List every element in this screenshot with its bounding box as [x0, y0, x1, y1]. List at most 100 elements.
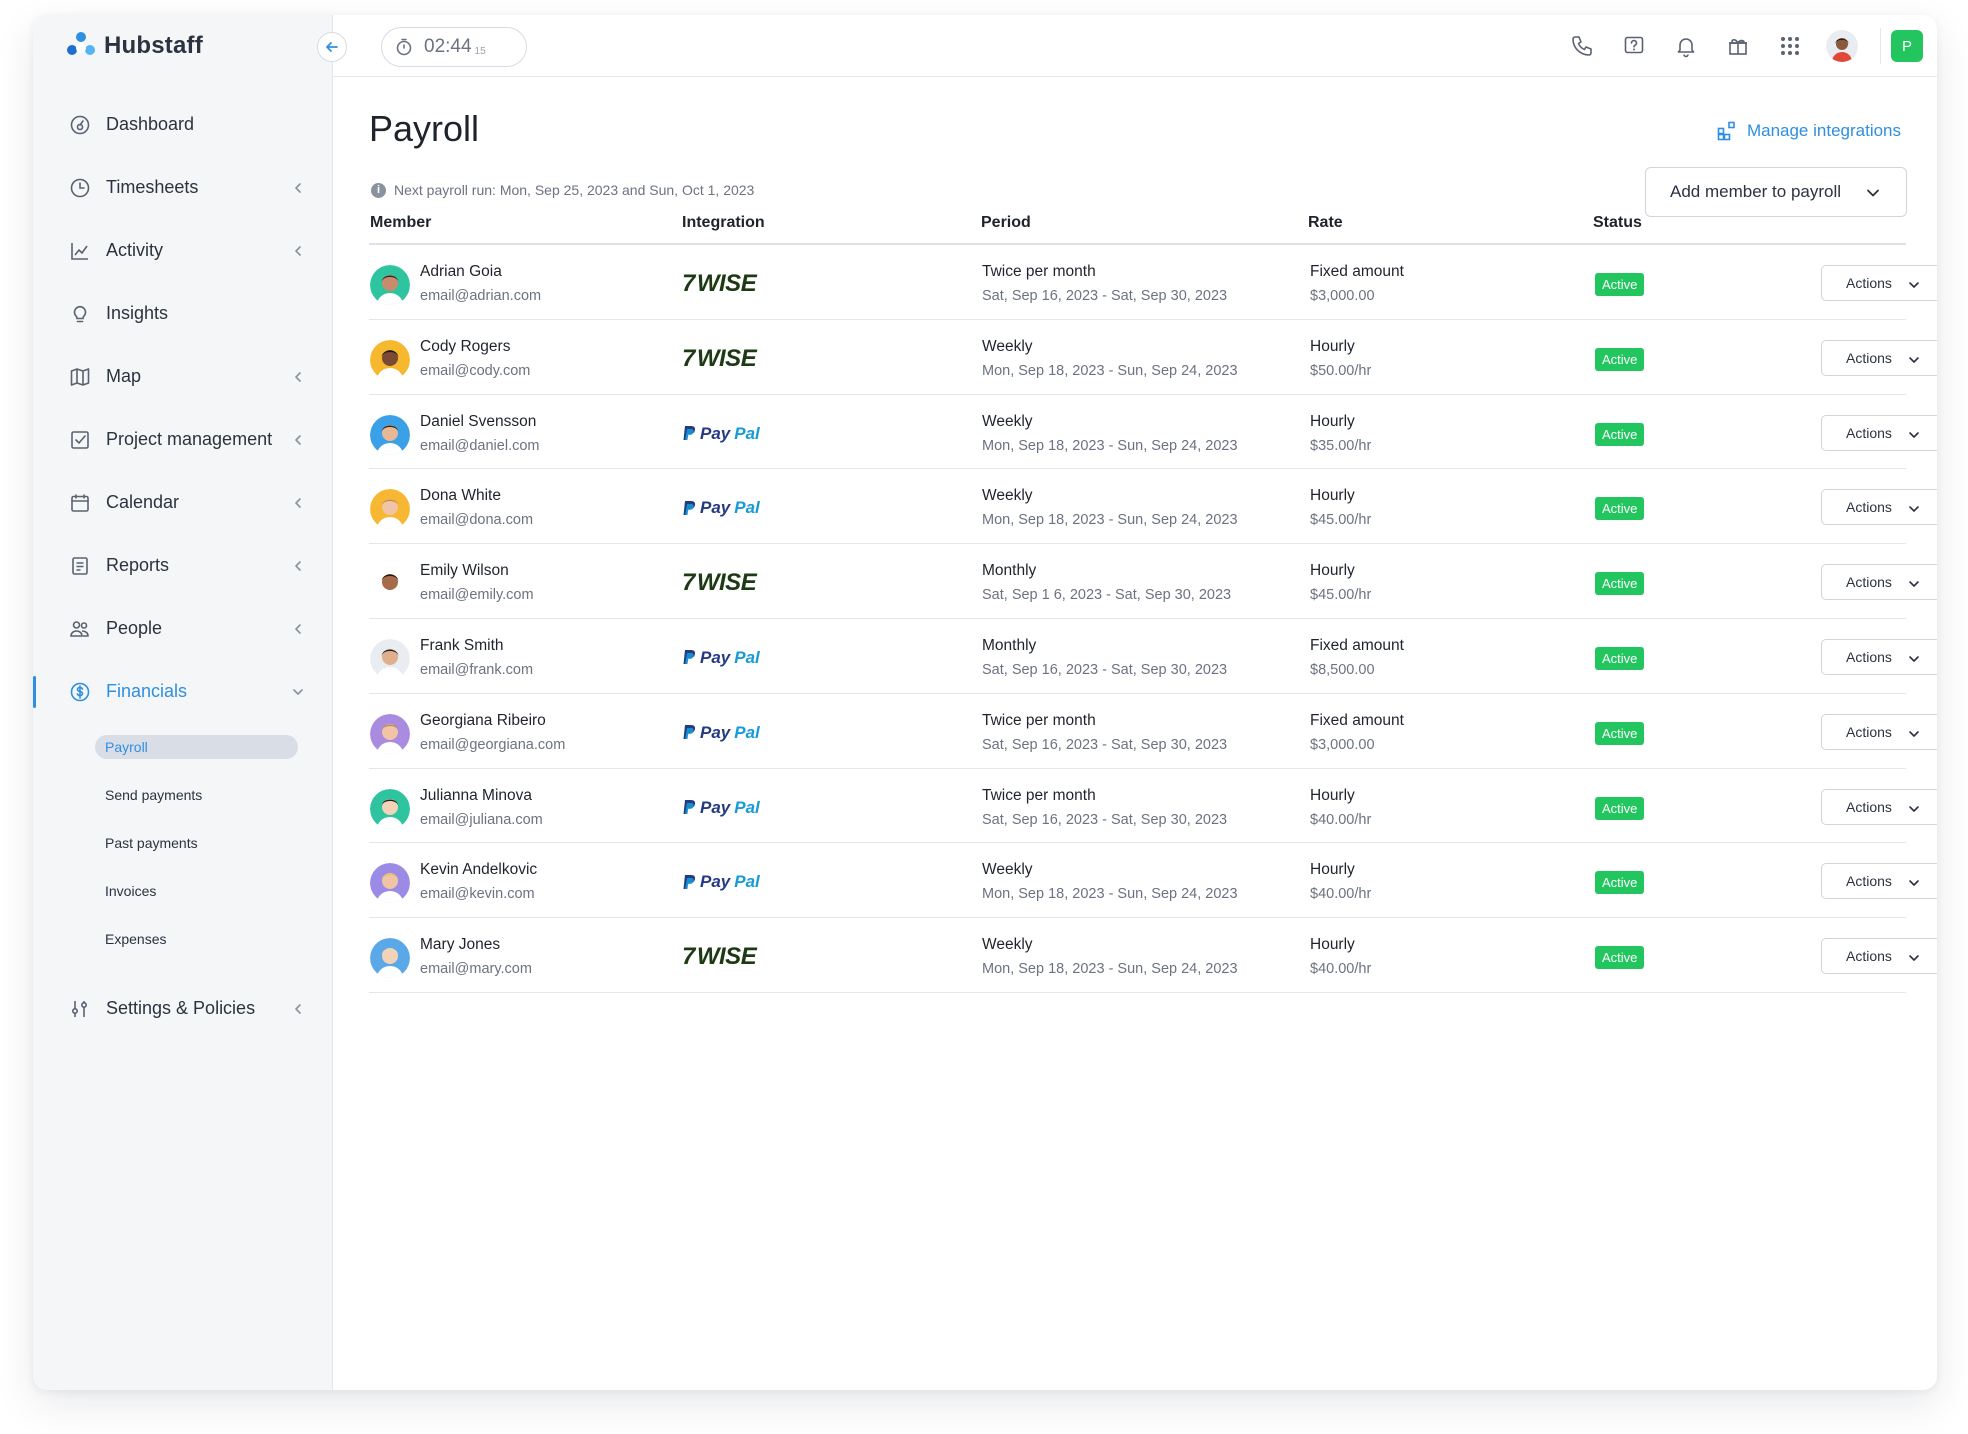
member-name[interactable]: Frank Smith: [420, 637, 504, 655]
wise-flag-icon: 7: [682, 943, 695, 971]
sidebar-item-map[interactable]: Map: [33, 345, 333, 408]
help-button[interactable]: [1608, 15, 1660, 77]
sidebar-item-dashboard[interactable]: Dashboard: [33, 93, 333, 156]
financials-submenu: Payroll Send payments Past payments Invoice…: [33, 723, 333, 963]
header-rate[interactable]: Rate: [1308, 214, 1343, 232]
user-avatar-button[interactable]: [1816, 15, 1868, 77]
sidebar-item-financials[interactable]: Financials: [33, 660, 333, 723]
stopwatch-icon: [396, 38, 412, 56]
actions-dropdown[interactable]: Actions: [1821, 265, 1937, 301]
sidebar-subitem-invoices[interactable]: Invoices: [95, 867, 333, 915]
apps-button[interactable]: [1764, 15, 1816, 77]
wise-logo: 7WISE: [682, 345, 757, 373]
rate-amount: $3,000.00: [1310, 736, 1375, 753]
collapse-sidebar-button[interactable]: [317, 32, 347, 62]
timer-widget[interactable]: 02:44 15: [381, 27, 527, 67]
rate-amount: $45.00/hr: [1310, 587, 1372, 604]
rate-amount: $45.00/hr: [1310, 512, 1372, 529]
sidebar-item-label: Settings & Policies: [106, 998, 256, 1018]
sidebar-item-settings-policies[interactable]: Settings & Policies: [33, 977, 333, 1040]
period-type: Weekly: [982, 412, 1033, 430]
sidebar-item-project-management[interactable]: Project management: [33, 408, 333, 471]
notifications-button[interactable]: [1660, 15, 1712, 77]
period-range: Sat, Sep 1 6, 2023 - Sat, Sep 30, 2023: [982, 587, 1232, 604]
status-badge: Active: [1595, 721, 1645, 745]
table-row[interactable]: Kevin Andelkovic email@kevin.com Pay Pal Wee…: [369, 843, 1937, 919]
actions-dropdown[interactable]: Actions: [1821, 489, 1937, 526]
sidebar-item-people[interactable]: People: [33, 597, 333, 660]
rate-type: Hourly: [1310, 786, 1355, 804]
table-row[interactable]: Julianna Minova email@juliana.com Pay Pal Tw…: [369, 769, 1937, 844]
sidebar-subitem-expenses[interactable]: Expenses: [95, 915, 333, 963]
logo[interactable]: Hubstaff: [66, 29, 203, 63]
member-name[interactable]: Julianna Minova: [420, 787, 532, 805]
sidebar-item-calendar[interactable]: Calendar: [33, 471, 333, 534]
member-name[interactable]: Cody Rogers: [420, 338, 510, 356]
paypal-logo-pal: Pal: [734, 498, 760, 518]
next-run-text: Next payroll run: Mon, Sep 25, 2023 and …: [394, 182, 755, 198]
rate-amount: $50.00/hr: [1310, 362, 1372, 379]
actions-dropdown[interactable]: Actions: [1821, 414, 1937, 451]
table-row[interactable]: Georgiana Ribeiro email@georgiana.com Pay P…: [369, 694, 1937, 769]
actions-dropdown[interactable]: Actions: [1821, 788, 1937, 825]
member-name[interactable]: Georgiana Ribeiro: [420, 712, 546, 730]
member-name[interactable]: Dona White: [420, 487, 501, 505]
actions-dropdown[interactable]: Actions: [1821, 564, 1937, 601]
manage-integrations-link[interactable]: Manage integrations: [1717, 121, 1901, 141]
lightbulb-icon: [68, 302, 92, 326]
member-name[interactable]: Emily Wilson: [420, 562, 509, 580]
top-bar: 02:44 15 P: [333, 15, 1937, 77]
actions-label: Actions: [1846, 424, 1892, 441]
paypal-logo-pal: Pal: [734, 647, 760, 667]
rate-amount: $35.00/hr: [1310, 437, 1372, 454]
table-row[interactable]: Daniel Svensson email@daniel.com Pay Pal Wee…: [369, 395, 1937, 470]
table-row[interactable]: Emily Wilson email@emily.com 7WISE Monthly S…: [369, 544, 1937, 619]
member-name[interactable]: Adrian Goia: [420, 263, 502, 281]
sidebar-item-activity[interactable]: Activity: [33, 219, 333, 282]
rate-amount: $40.00/hr: [1310, 961, 1372, 978]
sidebar-item-reports[interactable]: Reports: [33, 534, 333, 597]
member-name[interactable]: Kevin Andelkovic: [420, 861, 537, 879]
table-row[interactable]: Frank Smith email@frank.com Pay Pal Monthly S…: [369, 619, 1937, 694]
organization-badge[interactable]: P: [1891, 30, 1923, 62]
sidebar-item-timesheets[interactable]: Timesheets: [33, 156, 333, 219]
sidebar-item-label: Activity: [106, 240, 164, 260]
actions-dropdown[interactable]: Actions: [1821, 863, 1937, 900]
next-payroll-run: i Next payroll run: Mon, Sep 25, 2023 an…: [371, 182, 754, 198]
header-member[interactable]: Member: [370, 214, 431, 232]
header-integration[interactable]: Integration: [682, 214, 765, 232]
sidebar-item-label: People: [106, 618, 163, 638]
actions-dropdown[interactable]: Actions: [1821, 938, 1937, 975]
avatar: [370, 638, 410, 679]
rate-amount: $40.00/hr: [1310, 811, 1372, 828]
header-period[interactable]: Period: [981, 214, 1031, 232]
chevron-left-icon: [295, 497, 301, 508]
header-status[interactable]: Status: [1593, 214, 1642, 232]
status-badge: Active: [1595, 946, 1645, 970]
sidebar-subitem-label: Invoices: [105, 883, 157, 899]
sidebar-item-insights[interactable]: Insights: [33, 282, 333, 345]
actions-dropdown[interactable]: Actions: [1821, 339, 1937, 376]
sidebar-subitem-payroll[interactable]: Payroll: [95, 723, 333, 771]
table-row[interactable]: Adrian Goia email@adrian.com 7WISE Twice pe…: [369, 245, 1937, 320]
member-email: email@kevin.com: [420, 886, 535, 903]
period-type: Monthly: [982, 636, 1037, 654]
table-row[interactable]: Mary Jones email@mary.com 7WISE Weekly Mon, …: [369, 918, 1937, 993]
chevron-down-icon: [1909, 356, 1919, 363]
table-row[interactable]: Dona White email@dona.com Pay Pal Weekly Mon,…: [369, 469, 1937, 545]
help-icon: [1624, 36, 1644, 54]
sidebar-subitem-past-payments[interactable]: Past payments: [95, 819, 333, 867]
actions-dropdown[interactable]: Actions: [1821, 638, 1937, 675]
sidebar-subitem-send-payments[interactable]: Send payments: [95, 771, 333, 819]
phone-button[interactable]: [1556, 15, 1608, 77]
table-row[interactable]: Cody Rogers email@cody.com 7WISE Weekly Mon,…: [369, 320, 1937, 395]
member-email: email@frank.com: [420, 661, 534, 678]
actions-label: Actions: [1846, 723, 1892, 740]
paypal-logo-pay: Pay: [700, 722, 731, 742]
member-name[interactable]: Mary Jones: [420, 936, 500, 954]
sidebar-item-label: Project management: [106, 429, 273, 449]
member-name[interactable]: Daniel Svensson: [420, 413, 536, 431]
gift-button[interactable]: [1712, 15, 1764, 77]
sliders-icon: [68, 997, 92, 1021]
actions-dropdown[interactable]: Actions: [1821, 713, 1937, 750]
